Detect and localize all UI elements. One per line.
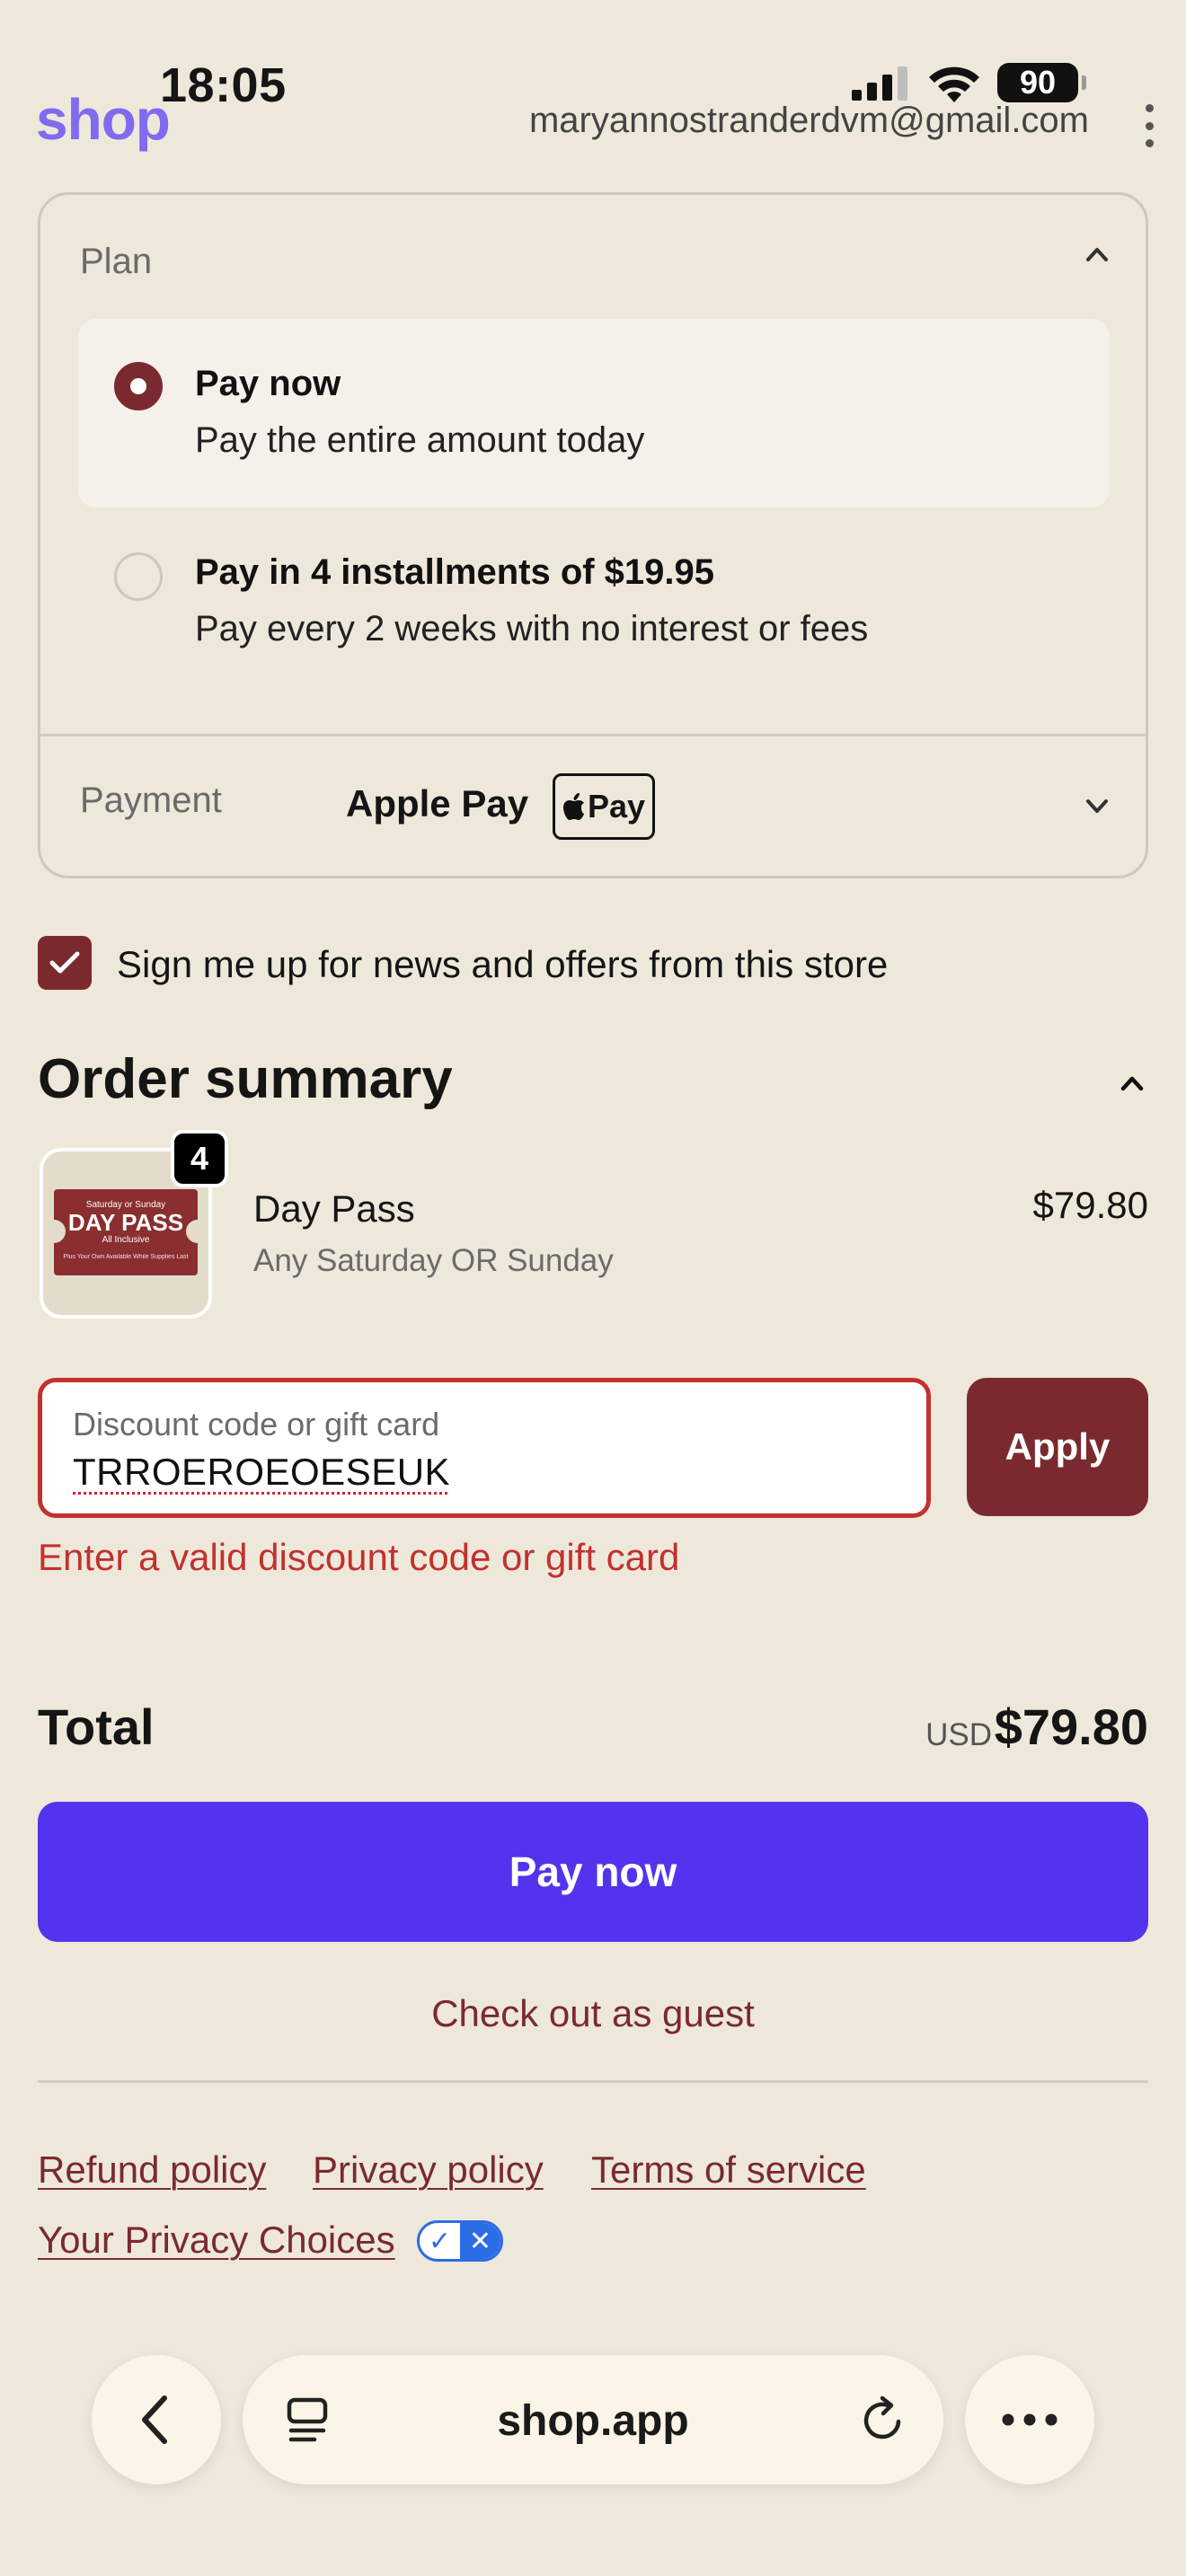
newsletter-checkbox[interactable] <box>38 936 92 990</box>
item-price: $79.80 <box>1032 1184 1148 1226</box>
total-currency: USD <box>925 1717 992 1752</box>
total-label: Total <box>38 1698 155 1755</box>
footer-divider <box>38 2080 1148 2083</box>
ticket-sub-text: All Inclusive <box>102 1235 150 1245</box>
order-summary-title: Order summary <box>38 1048 453 1110</box>
more-button[interactable] <box>965 2355 1094 2484</box>
checkmark-icon <box>49 951 80 974</box>
day-pass-ticket-image: Saturday or Sunday DAY PASS All Inclusiv… <box>43 1189 208 1275</box>
wifi-icon <box>929 66 979 102</box>
apply-button[interactable]: Apply <box>967 1378 1148 1516</box>
discount-floating-label: Discount code or gift card <box>73 1406 440 1442</box>
ellipsis-icon <box>1002 2413 1058 2426</box>
refund-policy-link[interactable]: Refund policy <box>38 2148 266 2192</box>
payment-method-name[interactable]: Apple Pay <box>346 782 528 825</box>
discount-input[interactable]: Discount code or gift card TRROEROEOESEU… <box>38 1378 931 1518</box>
plan-option-pay-now[interactable]: Pay now Pay the entire amount today <box>78 319 1110 507</box>
newsletter-label[interactable]: Sign me up for news and offers from this… <box>117 943 888 986</box>
installments-title: Pay in 4 installments of $19.95 <box>195 552 715 592</box>
pay-now-subtitle: Pay the entire amount today <box>195 420 645 460</box>
pay-now-radio[interactable] <box>114 362 163 410</box>
ticket-main-text: DAY PASS <box>67 1209 184 1236</box>
item-name: Day Pass <box>253 1187 415 1230</box>
item-variant: Any Saturday OR Sunday <box>253 1243 614 1278</box>
more-options-icon[interactable] <box>1136 104 1163 147</box>
total-amount: $79.80 <box>994 1698 1148 1755</box>
battery-icon: 90 <box>997 63 1086 102</box>
guest-checkout-link[interactable]: Check out as guest <box>0 1992 1186 2035</box>
apple-logo-icon <box>562 793 584 820</box>
apple-pay-badge-text: Pay <box>587 788 646 825</box>
status-time: 18:05 <box>160 58 287 112</box>
payment-label: Payment <box>80 781 222 820</box>
installments-radio[interactable] <box>114 552 163 601</box>
chevron-up-icon[interactable] <box>1079 236 1115 272</box>
installments-subtitle: Pay every 2 weeks with no interest or fe… <box>195 609 869 648</box>
quantity-badge: 4 <box>171 1130 228 1187</box>
plan-payment-card: Plan Pay now Pay the entire amount today… <box>38 192 1148 878</box>
back-button[interactable] <box>92 2355 221 2484</box>
card-divider <box>40 734 1146 737</box>
plan-option-installments[interactable]: Pay in 4 installments of $19.95 Pay ever… <box>78 507 1110 696</box>
account-email[interactable]: maryannostranderdvm@gmail.com <box>529 101 1089 141</box>
checkout-page: 18:05 90 shop maryannostranderdvm@gmail.… <box>0 0 1186 2576</box>
discount-error: Enter a valid discount code or gift card <box>38 1536 680 1578</box>
url-text[interactable]: shop.app <box>243 2396 943 2446</box>
pay-now-button[interactable]: Pay now <box>38 1802 1148 1942</box>
shop-logo[interactable]: shop <box>36 86 171 153</box>
privacy-policy-link[interactable]: Privacy policy <box>313 2148 544 2192</box>
signal-icon <box>852 66 907 101</box>
status-icons: 90 <box>852 63 1086 102</box>
privacy-choices-link[interactable]: Your Privacy Choices <box>38 2219 395 2262</box>
chevron-left-icon <box>142 2395 167 2444</box>
ticket-foot-text: Plus Your Own Available While Supplies L… <box>63 1254 189 1260</box>
plan-label: Plan <box>80 242 153 281</box>
chevron-up-icon[interactable] <box>1114 1065 1150 1101</box>
chevron-down-icon[interactable] <box>1079 788 1115 824</box>
terms-of-service-link[interactable]: Terms of service <box>591 2148 866 2192</box>
apple-pay-badge: Pay <box>553 773 655 840</box>
reload-icon[interactable] <box>857 2395 907 2445</box>
address-bar[interactable]: shop.app <box>243 2355 943 2484</box>
discount-value[interactable]: TRROEROEOESEUK <box>73 1451 450 1494</box>
pay-now-title: Pay now <box>195 364 341 403</box>
privacy-choices-icon[interactable]: ✓ ✕ <box>417 2220 503 2262</box>
